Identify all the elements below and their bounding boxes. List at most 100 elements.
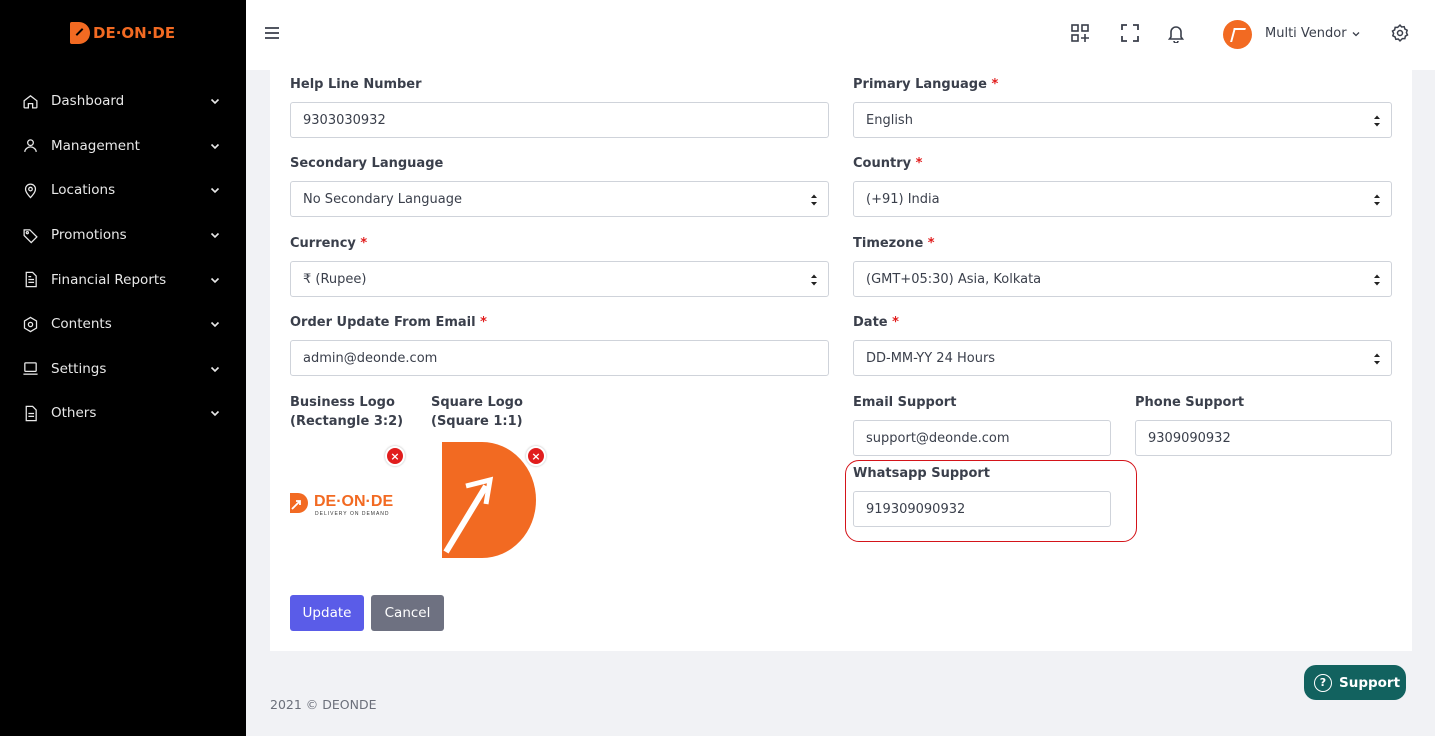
primary-language-label-text: Primary Language	[853, 77, 987, 92]
primary-language-label: Primary Language *	[853, 77, 998, 92]
map-pin-icon	[22, 182, 39, 199]
select-arrows-icon	[811, 274, 817, 286]
currency-label-text: Currency	[290, 236, 356, 251]
phone-support-input[interactable]: 9309090932	[1135, 420, 1392, 456]
avatar[interactable]	[1223, 20, 1252, 49]
help-line-label: Help Line Number	[290, 77, 422, 92]
square-logo-label: Square Logo	[431, 395, 523, 410]
remove-square-logo-button[interactable]: ×	[526, 446, 546, 466]
date-format-select[interactable]: DD-MM-YY 24 Hours	[853, 340, 1392, 376]
square-logo-image[interactable]	[440, 440, 538, 560]
chevron-down-icon	[210, 233, 220, 239]
sidebar: DE·ON·DE Dashboard Management Locations	[0, 0, 246, 736]
order-email-label: Order Update From Email *	[290, 315, 487, 330]
email-support-value: support@deonde.com	[866, 430, 1010, 446]
user-menu-label[interactable]: Multi Vendor	[1265, 26, 1347, 41]
remove-business-logo-button[interactable]: ×	[385, 446, 405, 466]
sidebar-item-locations[interactable]: Locations	[0, 168, 246, 213]
sidebar-item-label: Promotions	[51, 227, 127, 244]
sidebar-item-label: Dashboard	[51, 93, 125, 110]
update-button[interactable]: Update	[290, 595, 364, 631]
chevron-down-icon	[210, 411, 220, 417]
user-icon	[22, 137, 39, 154]
support-button[interactable]: ? Support	[1304, 665, 1406, 700]
support-label: Support	[1339, 674, 1401, 691]
fullscreen-icon[interactable]	[1120, 23, 1140, 43]
logo-rect-tagline: DELIVERY ON DEMAND	[315, 511, 390, 517]
primary-language-select[interactable]: English	[853, 102, 1392, 138]
chevron-down-icon	[210, 366, 220, 372]
required-mark: *	[892, 315, 899, 330]
timezone-label: Timezone *	[853, 236, 935, 251]
order-email-label-text: Order Update From Email	[290, 315, 476, 330]
help-line-input[interactable]: 9303030932	[290, 102, 829, 138]
phone-support-label: Phone Support	[1135, 395, 1245, 410]
sidebar-item-contents[interactable]: Contents	[0, 302, 246, 347]
gear-icon	[22, 316, 39, 333]
help-circle-icon: ?	[1314, 673, 1332, 692]
currency-select[interactable]: ₹ (Rupee)	[290, 261, 829, 297]
sidebar-item-settings[interactable]: Settings	[0, 347, 246, 392]
required-mark: *	[915, 156, 923, 171]
select-arrows-icon	[1374, 115, 1380, 127]
required-mark: *	[360, 236, 368, 251]
qr-add-icon[interactable]	[1070, 23, 1090, 43]
sidebar-item-label: Locations	[51, 182, 116, 199]
date-label: Date *	[853, 315, 899, 330]
square-logo-ratio-label: (Square 1:1)	[431, 414, 523, 429]
tag-icon	[22, 227, 39, 244]
email-support-label: Email Support	[853, 395, 957, 410]
sidebar-item-promotions[interactable]: Promotions	[0, 213, 246, 258]
timezone-select[interactable]: (GMT+05:30) Asia, Kolkata	[853, 261, 1392, 297]
date-format-value: DD-MM-YY 24 Hours	[866, 350, 996, 366]
order-email-value: admin@deonde.com	[303, 350, 438, 366]
sidebar-item-label: Others	[51, 405, 97, 422]
currency-label: Currency *	[290, 236, 367, 251]
hamburger-menu-icon[interactable]	[264, 26, 280, 40]
whatsapp-support-input[interactable]: 919309090932	[853, 491, 1111, 527]
sidebar-item-management[interactable]: Management	[0, 124, 246, 169]
phone-support-value: 9309090932	[1148, 430, 1231, 446]
select-arrows-icon	[811, 194, 817, 206]
required-mark: *	[480, 315, 487, 330]
secondary-language-select[interactable]: No Secondary Language	[290, 181, 829, 217]
chevron-down-icon	[210, 322, 220, 328]
timezone-value: (GMT+05:30) Asia, Kolkata	[866, 271, 1042, 287]
whatsapp-support-value: 919309090932	[866, 501, 966, 517]
select-arrows-icon	[1374, 194, 1380, 206]
business-logo-label: Business Logo	[290, 395, 395, 410]
whatsapp-support-label: Whatsapp Support	[853, 466, 991, 481]
home-icon	[22, 93, 39, 110]
email-support-input[interactable]: support@deonde.com	[853, 420, 1111, 456]
logo-rect-name: DE·ON·DE	[314, 493, 393, 510]
cancel-button[interactable]: Cancel	[371, 595, 444, 631]
country-label: Country *	[853, 156, 922, 171]
brand-logo[interactable]: DE·ON·DE	[70, 22, 175, 44]
country-label-text: Country	[853, 156, 912, 171]
footer-copyright: 2021 © DEONDE	[270, 697, 377, 712]
country-select[interactable]: (+91) India	[853, 181, 1392, 217]
secondary-language-label: Secondary Language	[290, 156, 444, 171]
sidebar-item-label: Contents	[51, 316, 112, 333]
sidebar-item-others[interactable]: Others	[0, 391, 246, 436]
select-arrows-icon	[1374, 353, 1380, 365]
business-logo-ratio-label: (Rectangle 3:2)	[290, 414, 404, 429]
brand-mark-icon	[70, 22, 90, 44]
sidebar-item-financial-reports[interactable]: Financial Reports	[0, 257, 246, 302]
date-label-text: Date	[853, 315, 888, 330]
bell-icon[interactable]	[1166, 23, 1186, 43]
help-line-value: 9303030932	[303, 112, 386, 128]
sidebar-nav: Dashboard Management Locations Promotion…	[0, 79, 246, 436]
sidebar-item-label: Settings	[51, 360, 107, 377]
order-email-input[interactable]: admin@deonde.com	[290, 340, 829, 376]
document-icon	[22, 271, 39, 288]
chevron-down-icon	[210, 277, 220, 283]
brand-name: DE·ON·DE	[93, 24, 176, 42]
business-logo-image[interactable]: DE·ON·DE DELIVERY ON DEMAND	[288, 487, 404, 521]
sidebar-item-label: Management	[51, 137, 140, 154]
select-arrows-icon	[1374, 274, 1380, 286]
gear-icon[interactable]	[1390, 23, 1410, 43]
topbar: Multi Vendor	[246, 0, 1435, 70]
chevron-down-icon[interactable]	[1352, 31, 1360, 37]
sidebar-item-dashboard[interactable]: Dashboard	[0, 79, 246, 124]
